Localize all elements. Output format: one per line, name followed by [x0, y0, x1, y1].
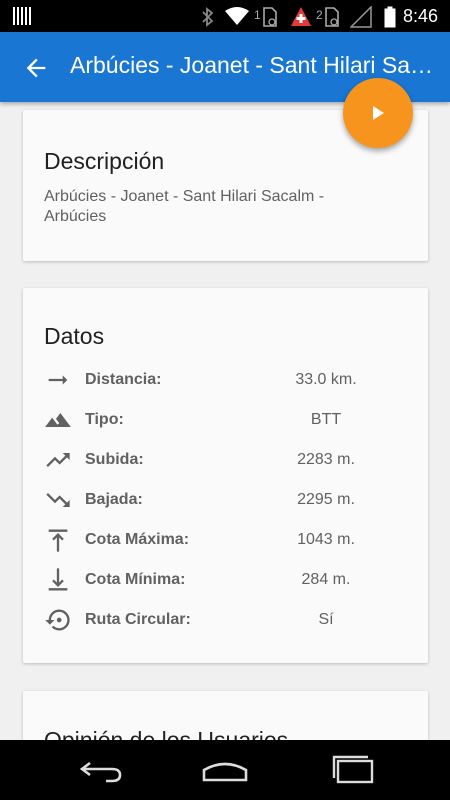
data-row-value: BTT	[310, 411, 342, 428]
sim-1-label: 1	[254, 8, 261, 22]
min-elevation-icon	[48, 568, 68, 591]
data-row-label: Ruta Circular:	[85, 611, 191, 628]
description-text: Arbúcies - Joanet - Sant Hilari Sacalm -…	[44, 188, 325, 225]
data-row-label: Subida:	[85, 451, 144, 468]
navigation-bar	[0, 740, 450, 800]
bluetooth-icon	[202, 7, 214, 27]
data-row-distance: Distancia: 33.0 km.	[44, 366, 414, 394]
data-card: Datos Distancia: 33.0 km. Tipo: BTT Subi…	[23, 288, 428, 663]
data-row-label: Cota Máxima:	[85, 531, 190, 548]
play-icon	[373, 106, 384, 120]
user-opinions-heading: Opinión de los Usuarios	[44, 727, 289, 740]
data-row-max-elevation: Cota Máxima: 1043 m.	[44, 526, 414, 554]
data-row-type: Tipo: BTT	[44, 406, 414, 434]
recents-nav-icon[interactable]	[328, 754, 378, 786]
data-row-value: 2283 m.	[297, 451, 355, 468]
signal-icon	[350, 6, 372, 28]
data-row-value: Sí	[318, 611, 334, 628]
play-button[interactable]	[343, 78, 413, 148]
sim-2-icon	[325, 7, 339, 27]
sim-2-label: 2	[316, 8, 323, 22]
barcode-icon	[13, 7, 31, 25]
data-row-circular: Ruta Circular: Sí	[44, 606, 414, 634]
status-time: 8:46	[402, 6, 438, 26]
data-row-label: Tipo:	[85, 411, 124, 428]
page-title: Arbúcies - Joanet - Sant Hilari Sacalm -…	[70, 52, 442, 78]
data-row-value: 284 m.	[301, 571, 351, 588]
data-row-descent: Bajada: 2295 m.	[44, 486, 414, 514]
trending-up-icon	[46, 453, 70, 467]
data-row-label: Cota Mínima:	[85, 571, 186, 588]
wifi-icon	[225, 7, 249, 25]
arrow-right-icon	[48, 375, 68, 385]
content-scroll[interactable]: Descripción Arbúcies - Joanet - Sant Hil…	[0, 102, 450, 740]
data-heading: Datos	[44, 323, 105, 349]
data-row-ascent: Subida: 2283 m.	[44, 446, 414, 474]
swiss-flag-icon	[291, 7, 311, 26]
data-row-value: 2295 m.	[297, 491, 355, 508]
home-nav-icon[interactable]	[200, 754, 250, 786]
terrain-icon	[45, 413, 71, 427]
battery-icon	[384, 6, 396, 28]
back-nav-icon[interactable]	[76, 754, 126, 786]
data-row-value: 33.0 km.	[295, 371, 357, 388]
data-row-label: Distancia:	[85, 371, 162, 388]
sim-1-icon	[263, 7, 277, 27]
max-elevation-icon	[48, 529, 68, 552]
status-bar: 1 2 8:46	[0, 0, 450, 32]
user-opinions-card: Opinión de los Usuarios	[23, 691, 428, 740]
description-heading: Descripción	[44, 148, 165, 174]
arrow-back-icon[interactable]	[22, 54, 50, 82]
circular-route-icon	[45, 609, 70, 631]
trending-down-icon	[46, 493, 70, 507]
data-row-label: Bajada:	[85, 491, 143, 508]
data-row-min-elevation: Cota Mínima: 284 m.	[44, 566, 414, 594]
data-row-value: 1043 m.	[297, 531, 355, 548]
